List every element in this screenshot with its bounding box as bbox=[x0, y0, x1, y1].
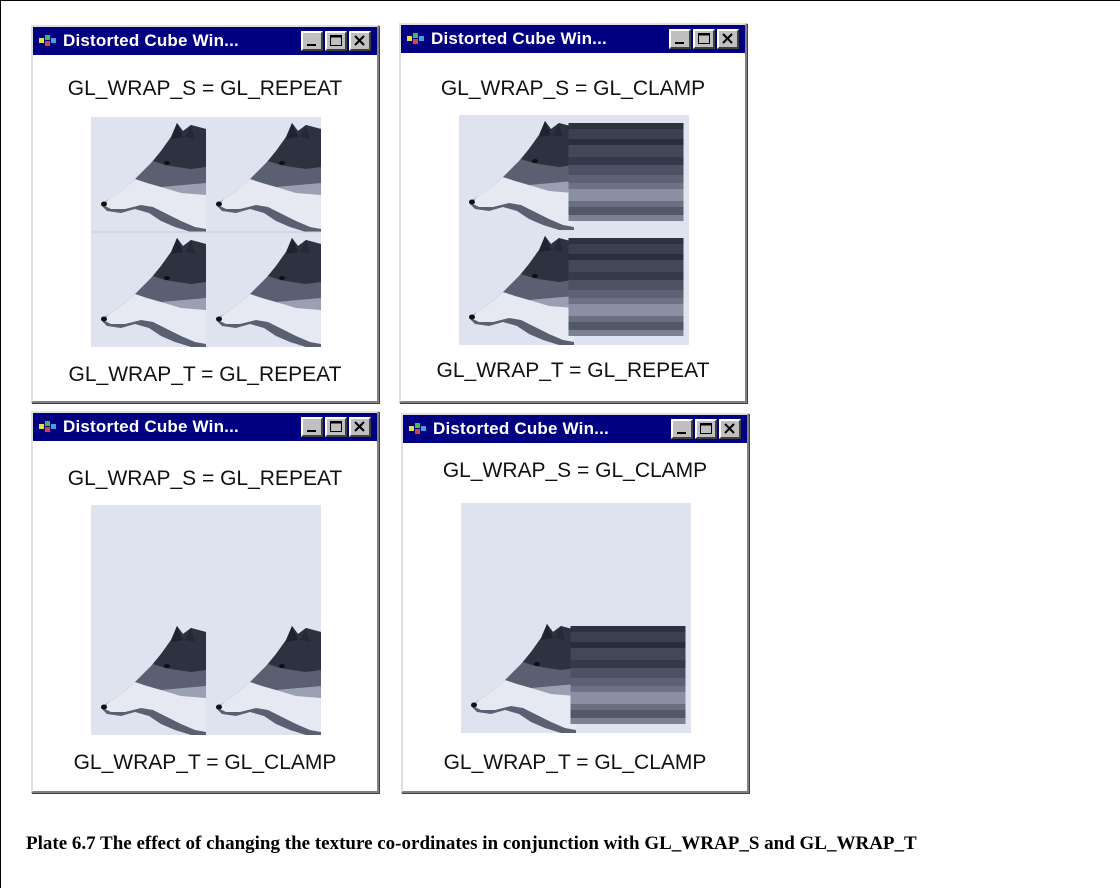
close-button[interactable] bbox=[719, 419, 741, 439]
wolf-texture bbox=[91, 117, 321, 347]
maximize-icon bbox=[700, 423, 712, 434]
window-clamp-repeat[interactable]: Distorted Cube Win... GL_WRAP_S = GL_CLA… bbox=[399, 23, 747, 403]
window-titlebar[interactable]: Distorted Cube Win... bbox=[33, 413, 377, 441]
close-icon bbox=[354, 421, 365, 432]
wolf-texture bbox=[459, 115, 689, 345]
maximize-button[interactable] bbox=[325, 417, 347, 437]
app-icon bbox=[39, 420, 57, 434]
close-icon bbox=[724, 423, 735, 434]
maximize-button[interactable] bbox=[695, 419, 717, 439]
maximize-icon bbox=[698, 33, 710, 44]
maximize-icon bbox=[330, 35, 342, 46]
window-titlebar[interactable]: Distorted Cube Win... bbox=[401, 25, 745, 53]
wolf-texture bbox=[91, 505, 321, 735]
app-icon bbox=[407, 32, 425, 46]
figure-caption: Plate 6.7 The effect of changing the tex… bbox=[26, 833, 917, 854]
wolf-texture bbox=[461, 503, 691, 733]
wrap-s-label: GL_WRAP_S = GL_CLAMP bbox=[440, 77, 706, 100]
texture-view bbox=[91, 505, 321, 735]
close-button[interactable] bbox=[349, 417, 371, 437]
maximize-button[interactable] bbox=[325, 31, 347, 51]
texture-view bbox=[461, 503, 691, 733]
window-titlebar[interactable]: Distorted Cube Win... bbox=[403, 415, 747, 443]
window-repeat-repeat[interactable]: Distorted Cube Win... GL_WRAP_S = GL_REP… bbox=[31, 25, 379, 403]
close-button[interactable] bbox=[349, 31, 371, 51]
maximize-icon bbox=[330, 421, 342, 432]
wrap-t-label: GL_WRAP_T = GL_REPEAT bbox=[68, 363, 342, 386]
close-button[interactable] bbox=[717, 29, 739, 49]
minimize-button[interactable] bbox=[301, 417, 323, 437]
minimize-button[interactable] bbox=[671, 419, 693, 439]
wrap-t-label: GL_WRAP_T = GL_REPEAT bbox=[436, 359, 710, 382]
minimize-icon bbox=[675, 42, 684, 44]
minimize-icon bbox=[677, 432, 686, 434]
wrap-s-label: GL_WRAP_S = GL_REPEAT bbox=[67, 467, 343, 490]
minimize-button[interactable] bbox=[669, 29, 691, 49]
minimize-icon bbox=[307, 430, 316, 432]
wrap-s-label: GL_WRAP_S = GL_CLAMP bbox=[442, 459, 708, 482]
wrap-t-label: GL_WRAP_T = GL_CLAMP bbox=[443, 751, 707, 774]
texture-view bbox=[459, 115, 689, 345]
wrap-s-label: GL_WRAP_S = GL_REPEAT bbox=[67, 77, 343, 100]
wrap-t-label: GL_WRAP_T = GL_CLAMP bbox=[73, 751, 337, 774]
window-clamp-clamp[interactable]: Distorted Cube Win... GL_WRAP_S = GL_CLA… bbox=[401, 413, 749, 793]
close-icon bbox=[722, 33, 733, 44]
plate-figure: Distorted Cube Win... GL_WRAP_S = GL_REP… bbox=[0, 0, 1120, 888]
window-titlebar[interactable]: Distorted Cube Win... bbox=[33, 27, 377, 55]
window-repeat-clamp[interactable]: Distorted Cube Win... GL_WRAP_S = GL_REP… bbox=[31, 411, 379, 793]
app-icon bbox=[409, 422, 427, 436]
close-icon bbox=[354, 35, 365, 46]
window-title: Distorted Cube Win... bbox=[431, 29, 607, 48]
minimize-button[interactable] bbox=[301, 31, 323, 51]
app-icon bbox=[39, 34, 57, 48]
maximize-button[interactable] bbox=[693, 29, 715, 49]
window-title: Distorted Cube Win... bbox=[63, 31, 239, 50]
window-title: Distorted Cube Win... bbox=[63, 417, 239, 436]
minimize-icon bbox=[307, 44, 316, 46]
window-title: Distorted Cube Win... bbox=[433, 419, 609, 438]
texture-view bbox=[91, 117, 321, 347]
